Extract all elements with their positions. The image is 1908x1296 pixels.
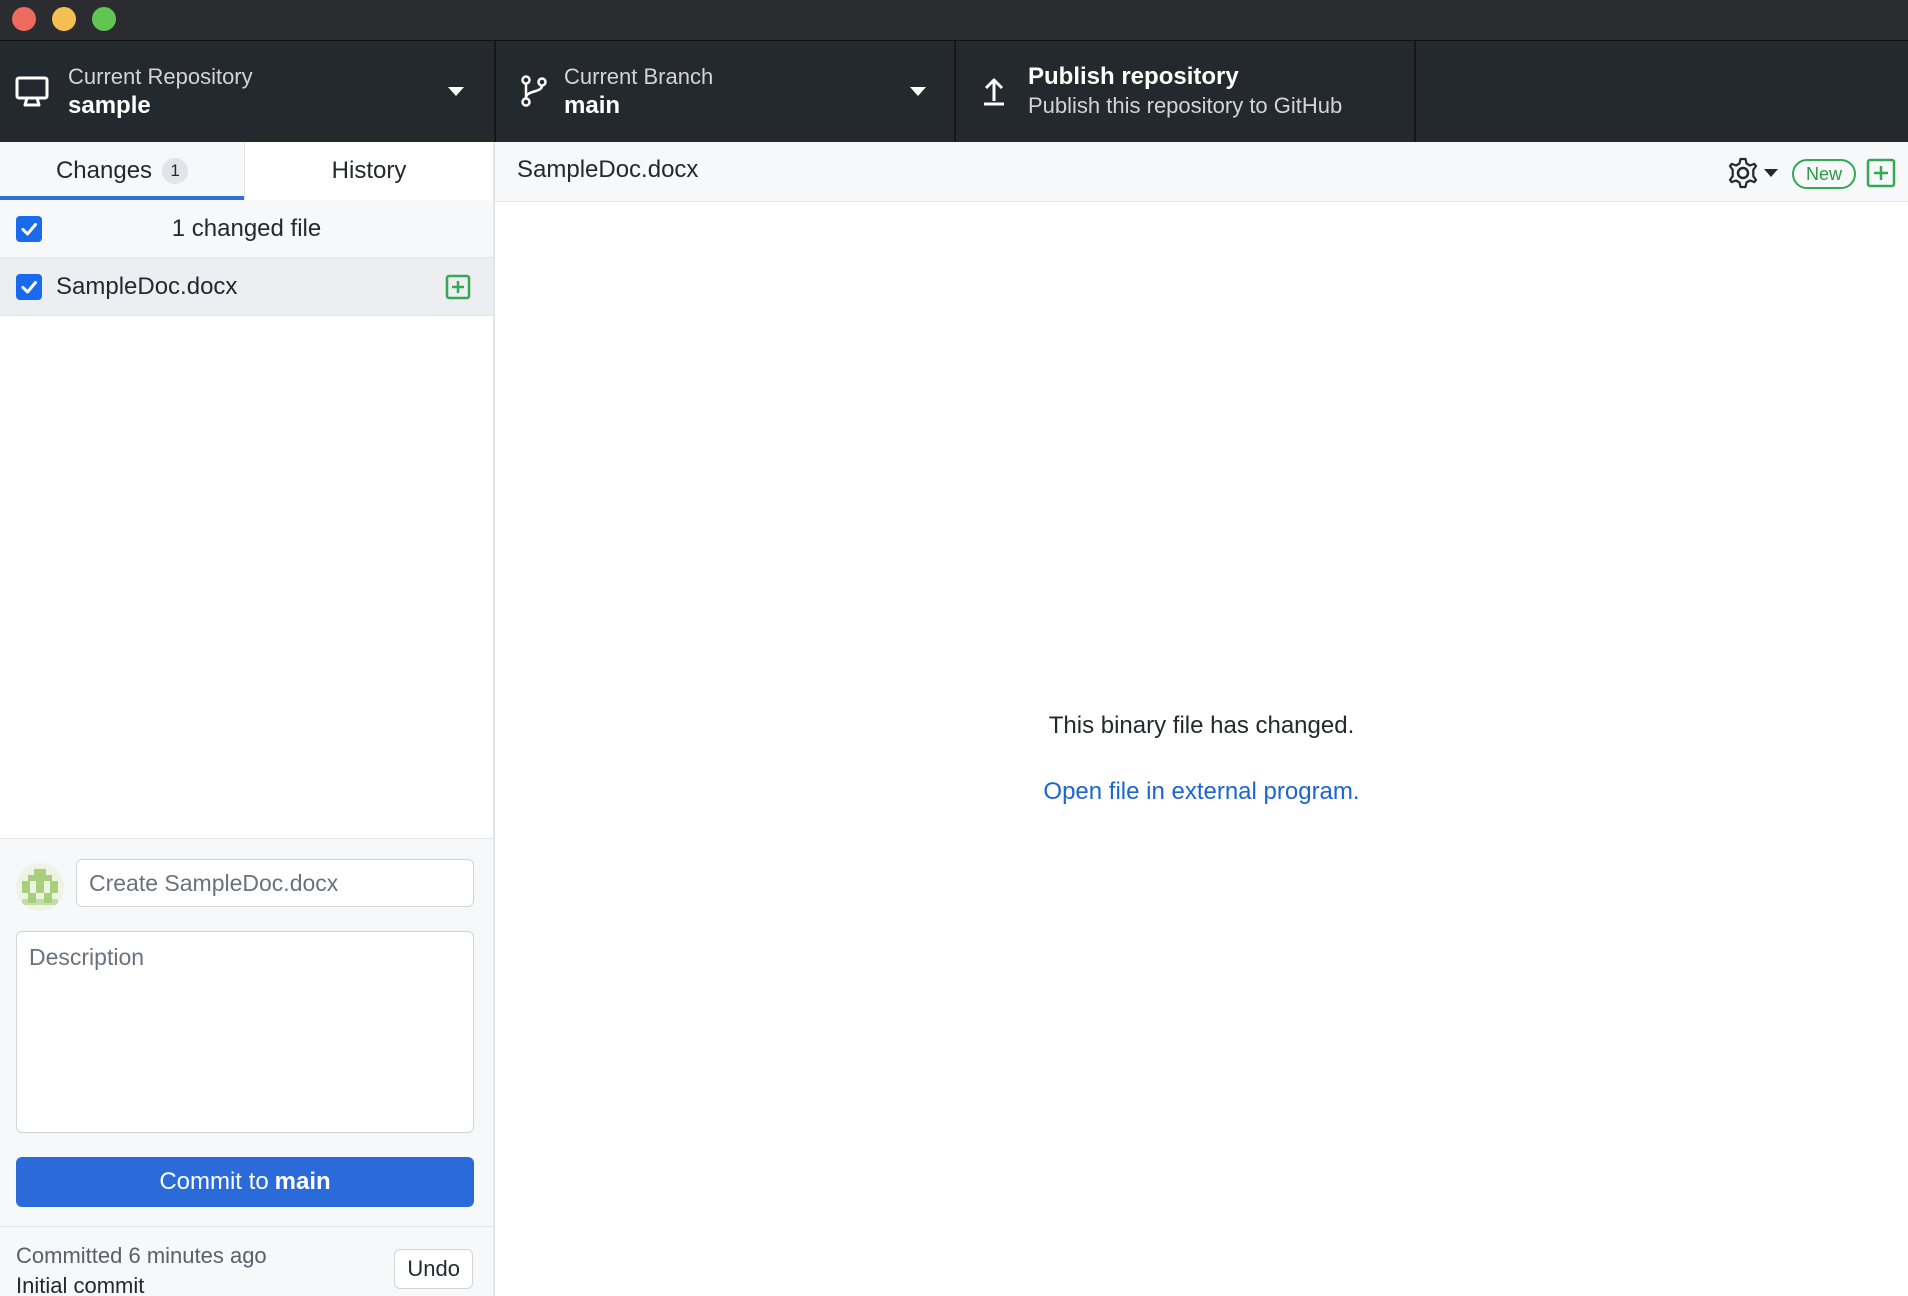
open-external-link[interactable]: Open file in external program. [495,778,1908,806]
current-repository-dropdown[interactable]: Current Repository sample [0,41,496,142]
commit-description-input[interactable] [16,931,474,1133]
changes-count-badge: 1 [162,158,189,184]
tab-history[interactable]: History [244,142,493,200]
zoom-window-button[interactable] [92,7,116,31]
current-branch-dropdown[interactable]: Current Branch main [496,41,956,142]
new-file-badge: New [1791,159,1856,189]
publish-repository-description: Publish this repository to GitHub [1028,93,1343,118]
select-all-checkbox[interactable] [16,215,42,242]
commit-summary-input[interactable] [76,859,474,907]
diff-panel: SampleDoc.docx New This binary file has … [495,142,1908,1296]
file-include-checkbox[interactable] [16,273,42,300]
current-repository-value: sample [68,92,151,119]
last-commit-panel: Committed 6 minutes ago Initial commit U… [0,1226,493,1296]
identicon-icon [22,869,58,905]
file-added-icon [445,274,471,300]
changed-files-count: 1 changed file [171,214,322,242]
commit-form: Commit to main [0,838,493,1226]
last-commit-time: Committed 6 minutes ago [16,1243,267,1268]
minimize-window-button[interactable] [52,7,76,31]
desktop-icon [15,76,49,107]
upload-icon [984,78,1004,106]
checkmark-icon [21,280,37,293]
binary-file-message: This binary file has changed. [1048,712,1355,739]
diff-header: SampleDoc.docx New [495,142,1908,202]
publish-repository-label: Publish repository [1028,63,1239,90]
close-window-button[interactable] [12,7,36,31]
tab-changes[interactable]: Changes 1 [0,142,245,201]
gear-icon[interactable] [1726,156,1760,190]
current-branch-value: main [564,92,621,119]
undo-button[interactable]: Undo [394,1249,473,1289]
file-added-icon [1866,158,1896,188]
current-repository-label: Current Repository [68,64,253,89]
chevron-down-icon [910,87,926,96]
last-commit-message: Initial commit [16,1273,145,1296]
changed-files-header: 1 changed file [0,200,493,258]
chevron-down-icon [448,87,464,96]
current-branch-label: Current Branch [564,64,714,89]
window-titlebar [0,0,1908,41]
tab-history-label: History [331,157,407,184]
file-list-item[interactable]: SampleDoc.docx [0,258,493,316]
commit-button-prefix: Commit to [159,1168,269,1195]
sidebar-tabs: Changes 1 History [0,142,493,201]
file-name: SampleDoc.docx [56,272,238,300]
avatar [16,863,64,911]
git-branch-icon [521,75,547,107]
toolbar: Current Repository sample Current Branch… [0,41,1908,142]
changes-sidebar: Changes 1 History 1 changed file SampleD… [0,142,495,1296]
checkmark-icon [21,222,37,235]
chevron-down-icon[interactable] [1764,169,1778,177]
publish-repository-button[interactable]: Publish repository Publish this reposito… [956,41,1416,142]
diff-file-title: SampleDoc.docx [517,156,699,183]
commit-button-branch: main [274,1168,331,1195]
commit-button[interactable]: Commit to main [16,1157,474,1207]
tab-changes-label: Changes [55,157,153,184]
